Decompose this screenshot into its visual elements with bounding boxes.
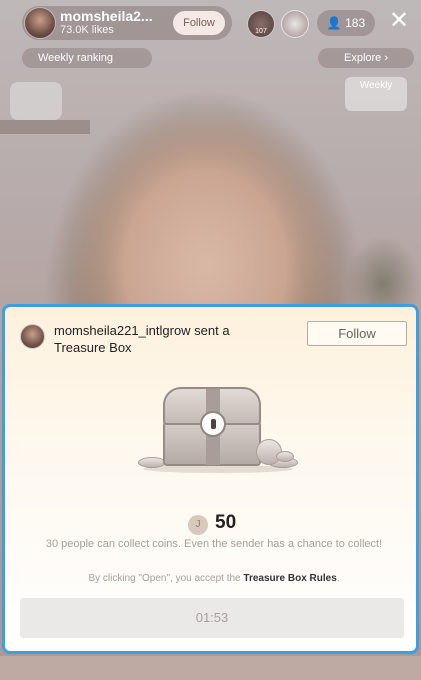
coin-amount: 50	[215, 512, 237, 533]
chest-shadow	[143, 465, 293, 473]
weekly-box-title: Weekly	[359, 80, 393, 91]
host-name: momsheila2...	[60, 8, 153, 24]
weekly-ranking-label: Weekly ranking	[38, 52, 113, 64]
coin-icon	[276, 451, 294, 462]
coin-icon	[138, 457, 166, 468]
lock-icon	[200, 411, 226, 437]
sender-avatar[interactable]	[20, 324, 45, 349]
treasure-description: 30 people can collect coins. Even the se…	[45, 538, 383, 550]
host-avatar[interactable]	[24, 7, 56, 39]
top-viewer-avatar-2[interactable]	[281, 10, 309, 38]
explore-label: Explore	[344, 52, 382, 64]
weekly-box[interactable]: Weekly	[345, 77, 407, 111]
weekly-ranking-button[interactable]: Weekly ranking	[22, 48, 152, 68]
rules-suffix: .	[336, 573, 340, 584]
open-countdown-button[interactable]: 01:53	[20, 598, 404, 638]
viewer-count-button[interactable]: 👤 183	[317, 10, 375, 36]
person-icon: 👤	[326, 16, 342, 30]
close-icon[interactable]: ✕	[386, 8, 412, 34]
bottom-stream-strip	[0, 656, 421, 680]
treasure-box-rules-link[interactable]: Treasure Box Rules	[243, 573, 336, 584]
chevron-right-icon: ›	[384, 52, 389, 64]
sender-message: momsheila221_intlgrow sent a Treasure Bo…	[54, 323, 230, 355]
host-follow-button[interactable]: Follow	[173, 11, 225, 35]
gift-thumbnail[interactable]	[10, 82, 62, 120]
explore-button[interactable]: Explore ›	[318, 48, 414, 68]
sender-follow-button[interactable]: Follow	[307, 321, 407, 346]
treasure-box-modal: momsheila221_intlgrow sent a Treasure Bo…	[2, 304, 419, 654]
rules-notice: By clicking "Open", you accept the Treas…	[29, 573, 399, 584]
rules-prefix: By clicking "Open", you accept the	[88, 573, 244, 584]
viewer-count: 183	[345, 16, 366, 30]
top-viewer-badge-1: 107	[255, 28, 267, 35]
treasure-chest-icon	[138, 373, 298, 473]
coin-icon: J	[188, 515, 208, 535]
host-likes: 73.0K likes	[60, 24, 114, 36]
background-shelf	[0, 120, 90, 134]
background-plant	[345, 235, 421, 305]
